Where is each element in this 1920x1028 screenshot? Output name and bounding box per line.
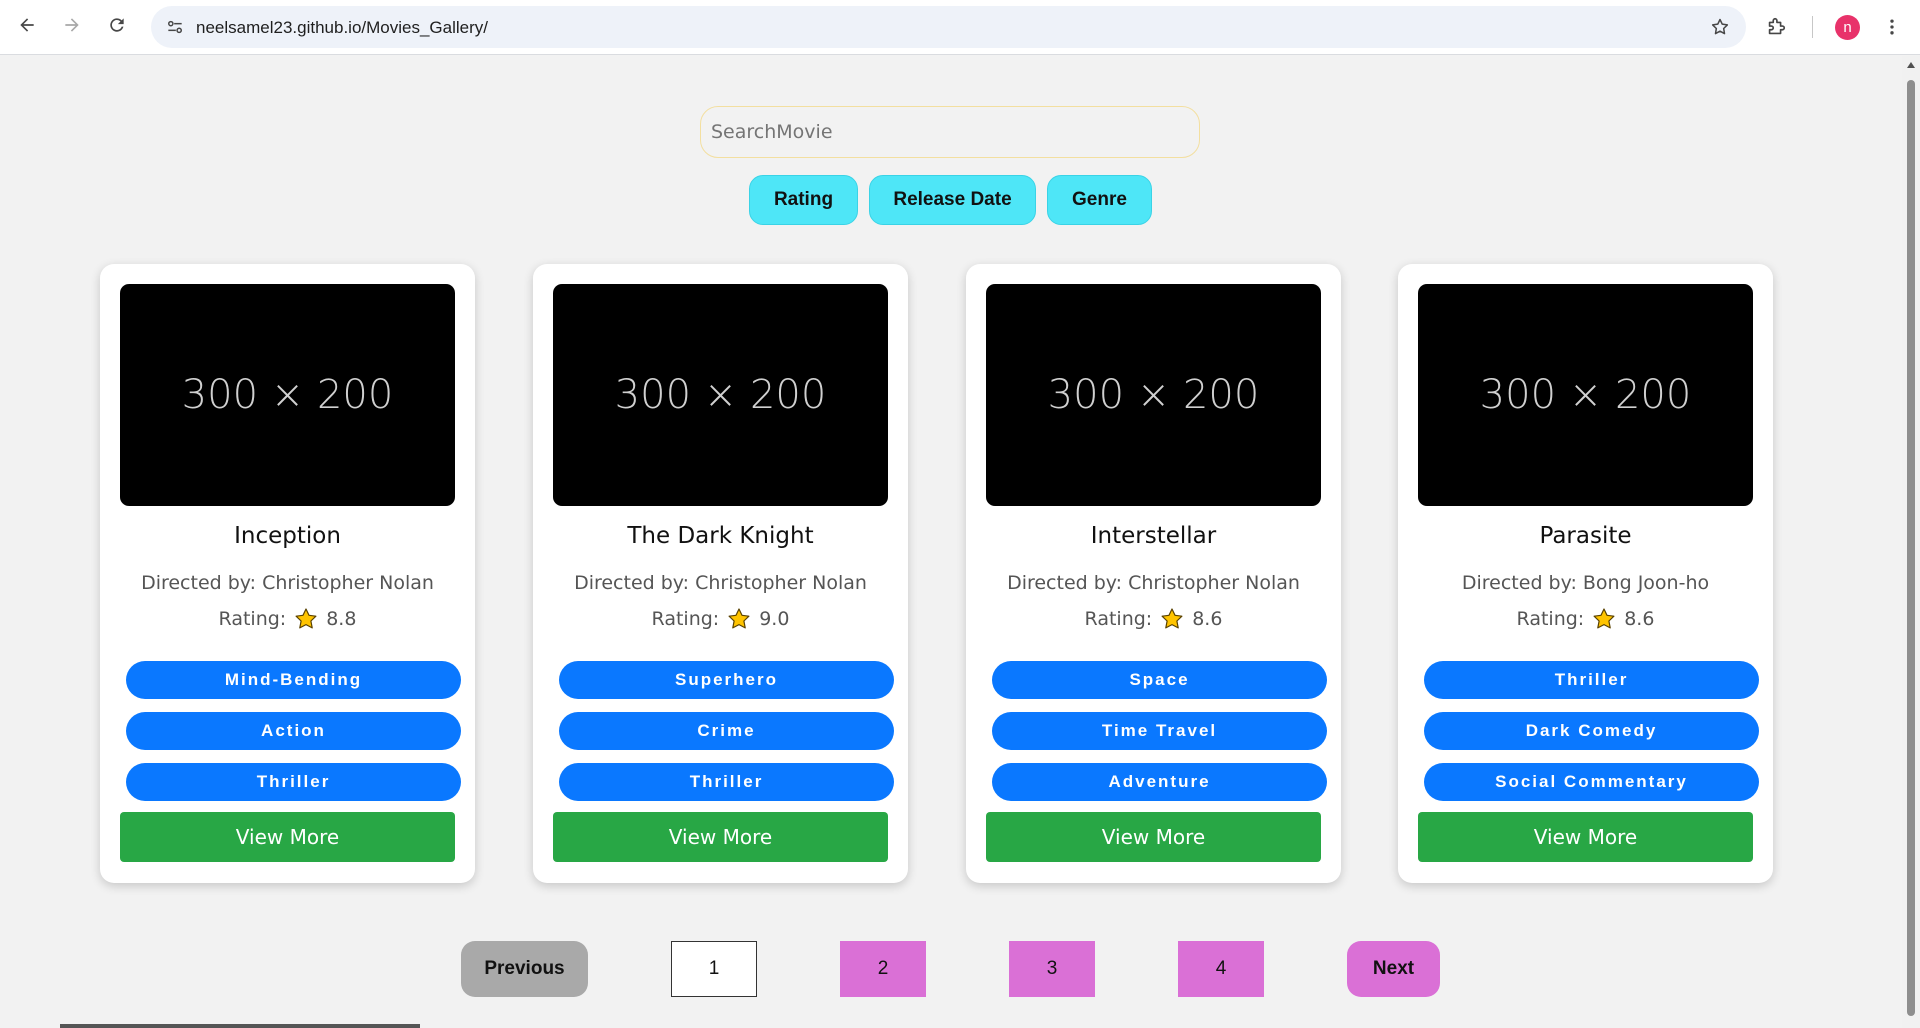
- rating-label: Rating:: [651, 608, 720, 630]
- rating-star-icon: [1160, 607, 1184, 631]
- movie-rating: Rating: 8.6: [1398, 607, 1773, 631]
- page-content: Rating Release Date Genre 300 × 200 Ince…: [0, 56, 1902, 1028]
- genre-tag: Space: [992, 661, 1327, 699]
- movie-poster: 300 × 200: [120, 284, 455, 506]
- vertical-scrollbar[interactable]: [1902, 56, 1920, 1028]
- rating-label: Rating:: [218, 608, 287, 630]
- movie-card: 300 × 200 Inception Directed by: Christo…: [100, 264, 475, 883]
- back-arrow-icon: [17, 15, 37, 40]
- movie-director: Directed by: Christopher Nolan: [1007, 572, 1300, 594]
- toolbar-divider: [1812, 16, 1813, 38]
- movie-director: Directed by: Christopher Nolan: [574, 572, 867, 594]
- bookmark-star-icon[interactable]: [1708, 15, 1732, 39]
- extensions-icon[interactable]: [1762, 13, 1790, 41]
- movie-title: Inception: [234, 523, 341, 549]
- scroll-up-arrow-icon[interactable]: [1907, 62, 1915, 68]
- rating-star-icon: [1592, 607, 1616, 631]
- genre-tag: Time Travel: [992, 712, 1327, 750]
- page-3-button[interactable]: 3: [1009, 941, 1095, 997]
- rating-star-icon: [294, 607, 318, 631]
- back-button[interactable]: [9, 9, 45, 45]
- profile-avatar[interactable]: n: [1835, 15, 1860, 40]
- movie-poster: 300 × 200: [1418, 284, 1753, 506]
- genre-tag: Thriller: [126, 763, 461, 801]
- genre-tag: Adventure: [992, 763, 1327, 801]
- genre-tag: Crime: [559, 712, 894, 750]
- genre-tag: Mind-Bending: [126, 661, 461, 699]
- filter-release-date-button[interactable]: Release Date: [869, 175, 1036, 225]
- movie-card: 300 × 200 Parasite Directed by: Bong Joo…: [1398, 264, 1773, 883]
- view-more-button[interactable]: View More: [986, 812, 1321, 862]
- movie-title: The Dark Knight: [627, 523, 814, 549]
- filter-rating-button[interactable]: Rating: [749, 175, 858, 225]
- movie-card: 300 × 200 The Dark Knight Directed by: C…: [533, 264, 908, 883]
- view-more-button[interactable]: View More: [553, 812, 888, 862]
- reload-button[interactable]: [99, 9, 135, 45]
- genre-tag: Dark Comedy: [1424, 712, 1759, 750]
- view-more-button[interactable]: View More: [120, 812, 455, 862]
- page-1-button[interactable]: 1: [671, 941, 757, 997]
- movie-rating: Rating: 8.6: [966, 607, 1341, 631]
- previous-page-button[interactable]: Previous: [461, 941, 588, 997]
- rating-value: 8.6: [1192, 608, 1223, 630]
- genre-tag: Superhero: [559, 661, 894, 699]
- filter-genre-button[interactable]: Genre: [1047, 175, 1152, 225]
- reload-icon: [107, 15, 127, 40]
- rating-star-icon: [727, 607, 751, 631]
- movie-title: Parasite: [1539, 523, 1632, 549]
- browser-toolbar: neelsamel23.github.io/Movies_Gallery/ n: [0, 0, 1920, 55]
- next-page-button[interactable]: Next: [1347, 941, 1440, 997]
- movie-rating: Rating: 8.8: [100, 607, 475, 631]
- forward-arrow-icon: [62, 15, 82, 40]
- genre-tag: Social Commentary: [1424, 763, 1759, 801]
- movie-director: Directed by: Bong Joon-ho: [1461, 572, 1710, 594]
- movie-rating: Rating: 9.0: [533, 607, 908, 631]
- url-text[interactable]: neelsamel23.github.io/Movies_Gallery/: [196, 18, 488, 38]
- horizontal-scrollbar-thumb[interactable]: [60, 1024, 420, 1028]
- rating-label: Rating:: [1084, 608, 1153, 630]
- kebab-menu-icon[interactable]: [1880, 13, 1904, 41]
- movie-card: 300 × 200 Interstellar Directed by: Chri…: [966, 264, 1341, 883]
- address-bar[interactable]: neelsamel23.github.io/Movies_Gallery/: [151, 6, 1746, 48]
- movie-director: Directed by: Christopher Nolan: [141, 572, 434, 594]
- rating-value: 8.6: [1624, 608, 1655, 630]
- genre-tag: Thriller: [1424, 661, 1759, 699]
- movie-title: Interstellar: [1090, 523, 1217, 549]
- forward-button[interactable]: [54, 9, 90, 45]
- site-info-icon[interactable]: [161, 13, 189, 41]
- scrollbar-thumb[interactable]: [1907, 80, 1915, 1016]
- movie-poster: 300 × 200: [553, 284, 888, 506]
- view-more-button[interactable]: View More: [1418, 812, 1753, 862]
- page-4-button[interactable]: 4: [1178, 941, 1264, 997]
- genre-tag: Thriller: [559, 763, 894, 801]
- genre-tag: Action: [126, 712, 461, 750]
- search-input[interactable]: [700, 106, 1200, 158]
- rating-label: Rating:: [1516, 608, 1585, 630]
- page-2-button[interactable]: 2: [840, 941, 926, 997]
- rating-value: 8.8: [326, 608, 357, 630]
- rating-value: 9.0: [759, 608, 790, 630]
- movie-poster: 300 × 200: [986, 284, 1321, 506]
